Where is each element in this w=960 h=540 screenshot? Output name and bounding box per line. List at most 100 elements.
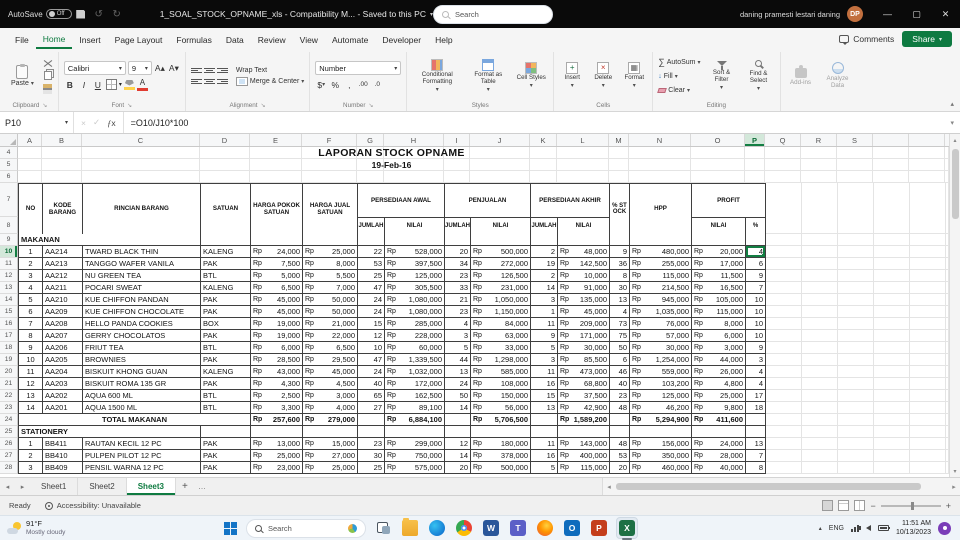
cell-I17[interactable]: 3 — [445, 330, 471, 342]
cell-K27[interactable]: 16 — [531, 450, 558, 462]
cell-L13[interactable]: Rp 91,000 — [558, 282, 610, 294]
cell-I28[interactable]: 20 — [445, 462, 471, 474]
cell-F23[interactable]: Rp 4,000 — [303, 402, 358, 414]
cell-F16[interactable]: Rp 21,000 — [303, 318, 358, 330]
column-header-O[interactable]: O — [691, 134, 745, 146]
cell-O21[interactable]: Rp 4,800 — [692, 378, 746, 390]
bold-icon[interactable]: B — [64, 78, 76, 91]
cell-P11[interactable]: 6 — [746, 258, 766, 270]
align-right-icon[interactable] — [216, 78, 228, 84]
column-header-A[interactable]: A — [18, 134, 42, 146]
cell-S24[interactable] — [838, 414, 874, 426]
cell-J14[interactable]: Rp 1,050,000 — [471, 294, 531, 306]
cell-E20[interactable]: Rp 43,000 — [251, 366, 303, 378]
header-persediaan-akhir-label[interactable]: PERSEDIAAN AKHIR — [531, 184, 610, 218]
cell-styles-button[interactable]: Cell Styles ▾ — [514, 61, 548, 91]
cell-G16[interactable]: 15 — [358, 318, 385, 330]
cell-P17[interactable]: 10 — [746, 330, 766, 342]
cell-Q11[interactable] — [766, 258, 802, 270]
cell-A5[interactable] — [18, 159, 42, 171]
cell-M25[interactable] — [610, 426, 630, 438]
cut-icon[interactable] — [43, 59, 53, 67]
zoom-slider[interactable] — [880, 501, 941, 510]
cell-O9[interactable] — [692, 234, 746, 246]
menu-tab-view[interactable]: View — [293, 31, 325, 48]
cell-R15[interactable] — [802, 306, 838, 318]
cell-A17[interactable]: 8 — [19, 330, 43, 342]
alignment-dialog-launcher-icon[interactable]: ↘ — [261, 102, 266, 109]
autosave-toggle[interactable]: AutoSave Off — [8, 9, 72, 19]
page-layout-view-icon[interactable] — [838, 500, 850, 511]
row-header-16[interactable]: 16 — [0, 318, 18, 330]
header-satuan[interactable]: SATUAN — [201, 184, 251, 235]
header-hpp[interactable]: HPP — [630, 184, 692, 235]
vertical-scroll-thumb[interactable] — [951, 149, 959, 219]
weather-widget[interactable]: 91°F Mostly cloudy — [7, 519, 65, 537]
cell-C28[interactable]: PENSIL WARNA 12 PC — [83, 462, 201, 474]
formula-bar-expand-icon[interactable]: ▾ — [944, 112, 960, 133]
delete-cells-button[interactable]: × Delete ▾ — [590, 61, 616, 91]
header-persediaan-awal-sub-0[interactable]: JUMLAH — [358, 218, 385, 235]
header-stock-pct[interactable]: % STOCK — [610, 184, 630, 235]
cell-Q27[interactable] — [766, 450, 802, 462]
cell-L19[interactable]: Rp 85,500 — [558, 354, 610, 366]
cell-N23[interactable]: Rp 46,200 — [630, 402, 692, 414]
cell-P13[interactable]: 7 — [746, 282, 766, 294]
cell-H6[interactable] — [384, 171, 444, 183]
cell-B28[interactable]: BB409 — [43, 462, 83, 474]
header-penjualan-label[interactable]: PENJUALAN — [445, 184, 531, 218]
cell-L28[interactable]: Rp 115,000 — [558, 462, 610, 474]
cell-A25[interactable]: STATIONERY — [19, 426, 201, 438]
cell-J19[interactable]: Rp 1,298,000 — [471, 354, 531, 366]
cell-K18[interactable]: 5 — [531, 342, 558, 354]
cell-J13[interactable]: Rp 231,000 — [471, 282, 531, 294]
cell-C26[interactable]: RAUTAN KECIL 12 PC — [83, 438, 201, 450]
cell-R19[interactable] — [802, 354, 838, 366]
cell-O4[interactable] — [691, 147, 745, 159]
cell-N24[interactable]: Rp 5,294,900 — [630, 414, 692, 426]
cell-F9[interactable] — [303, 234, 358, 246]
cell-J27[interactable]: Rp 378,000 — [471, 450, 531, 462]
cell-I12[interactable]: 23 — [445, 270, 471, 282]
row-header-11[interactable]: 11 — [0, 258, 18, 270]
cell-J5[interactable] — [470, 159, 530, 171]
cell-F21[interactable]: Rp 4,500 — [303, 378, 358, 390]
cell-R9[interactable] — [802, 234, 838, 246]
word-taskbar-button[interactable]: W — [481, 518, 501, 538]
wrap-text-button[interactable]: Wrap Text — [236, 67, 267, 74]
cell-J20[interactable]: Rp 585,000 — [471, 366, 531, 378]
cell-K25[interactable] — [531, 426, 558, 438]
cell-I5[interactable] — [444, 159, 470, 171]
cell-H27[interactable]: Rp 750,000 — [385, 450, 445, 462]
cell-N17[interactable]: Rp 57,000 — [630, 330, 692, 342]
cell-N12[interactable]: Rp 115,000 — [630, 270, 692, 282]
excel-taskbar-button[interactable]: X — [616, 517, 638, 540]
cell-G22[interactable]: 65 — [358, 390, 385, 402]
menu-tab-home[interactable]: Home — [35, 30, 73, 49]
cell-L24[interactable]: Rp 1,589,200 — [558, 414, 610, 426]
header-harga-pokok-satuan[interactable]: HARGA POKOK SATUAN — [251, 184, 303, 235]
cell-S10[interactable] — [838, 246, 874, 258]
scroll-down-icon[interactable]: ▾ — [953, 465, 956, 477]
cell-J28[interactable]: Rp 500,000 — [471, 462, 531, 474]
cell-H11[interactable]: Rp 397,500 — [385, 258, 445, 270]
sheet-tab-sheet3[interactable]: Sheet3 — [126, 478, 176, 495]
task-view-taskbar-button[interactable] — [373, 518, 393, 538]
cell-Q26[interactable] — [766, 438, 802, 450]
menu-tab-formulas[interactable]: Formulas — [169, 31, 218, 48]
cell-C11[interactable]: TANGGO WAFER VANILA — [83, 258, 201, 270]
row-header-9[interactable]: 9 — [0, 234, 18, 246]
cell-O14[interactable]: Rp 105,000 — [692, 294, 746, 306]
cell-E4[interactable] — [250, 147, 302, 159]
titlebar-search[interactable]: Search — [433, 4, 553, 24]
zoom-slider-thumb[interactable] — [910, 501, 914, 510]
cell-M26[interactable]: 48 — [610, 438, 630, 450]
cell-D28[interactable]: PAK — [201, 462, 251, 474]
cell-N9[interactable] — [630, 234, 692, 246]
cell-A26[interactable]: 1 — [19, 438, 43, 450]
cell-I21[interactable]: 24 — [445, 378, 471, 390]
cell-B21[interactable]: AA203 — [43, 378, 83, 390]
cell-P25[interactable] — [746, 426, 766, 438]
cell-M5[interactable] — [609, 159, 629, 171]
cell-L16[interactable]: Rp 209,000 — [558, 318, 610, 330]
